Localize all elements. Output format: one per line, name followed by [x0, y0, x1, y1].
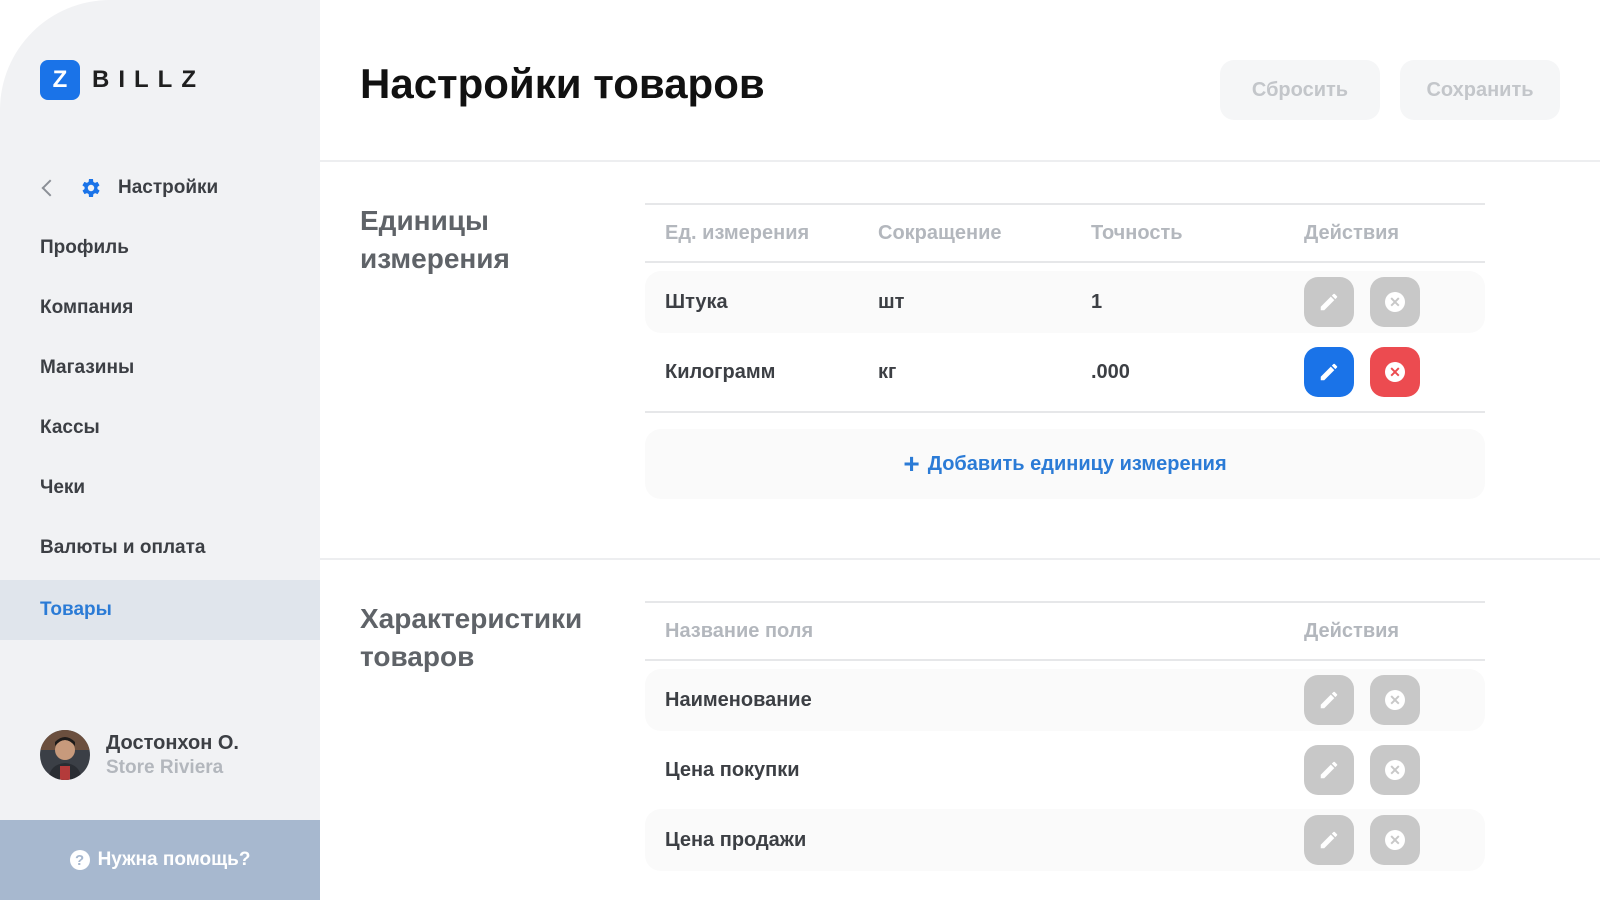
settings-back-label: Настройки [118, 177, 219, 198]
gear-icon [82, 179, 100, 197]
delete-button[interactable]: ✕ [1370, 277, 1420, 327]
save-button[interactable]: Сохранить [1400, 60, 1560, 120]
column-header-unit: Ед. измерения [665, 221, 810, 244]
help-button[interactable]: ? Нужна помощь? [0, 820, 320, 900]
close-icon: ✕ [1385, 760, 1405, 780]
field-name: Наименование [665, 688, 812, 711]
logo-text: BILLZ [92, 66, 205, 93]
column-header-short: Сокращение [878, 221, 1002, 244]
row-actions: ✕ [1284, 277, 1420, 327]
logo-mark: Z [40, 60, 80, 100]
column-header-field-name: Название поля [665, 619, 814, 642]
sidebar-item-company[interactable]: Компания [0, 278, 320, 338]
row-actions: ✕ [1284, 815, 1420, 865]
pencil-icon [1320, 831, 1338, 849]
sidebar-item-stores[interactable]: Магазины [0, 338, 320, 398]
column-header-actions: Действия [1304, 619, 1400, 642]
characteristics-section-title: Характеристики товаров [360, 603, 583, 672]
edit-button[interactable] [1304, 347, 1354, 397]
field-name: Цена продажи [665, 828, 807, 851]
user-text: Достонхон О. Store Riviera [106, 732, 239, 779]
sidebar-item-currencies[interactable]: Валюты и оплата [0, 518, 320, 578]
user-name: Достонхон О. [106, 731, 239, 754]
help-label: Нужна помощь? [97, 849, 251, 870]
characteristics-table-header: Название поля Действия [645, 603, 1485, 659]
table-row: Цена продажи ✕ [645, 809, 1485, 871]
table-bottom-line [645, 411, 1485, 413]
app: Z BILLZ Настройки Профиль Компания Магаз… [0, 0, 1600, 900]
close-icon: ✕ [1385, 830, 1405, 850]
sidebar-item-cash-registers[interactable]: Кассы [0, 398, 320, 458]
delete-button[interactable]: ✕ [1370, 815, 1420, 865]
edit-button[interactable] [1304, 815, 1354, 865]
sidebar-item-receipts[interactable]: Чеки [0, 458, 320, 518]
unit-precision: 1 [1091, 290, 1103, 313]
unit-short: кг [878, 360, 897, 383]
table-row: Килограмм кг .000 ✕ [645, 341, 1485, 403]
add-unit-button[interactable]: + Добавить единицу измерения [645, 429, 1485, 499]
pencil-icon [1320, 293, 1338, 311]
unit-short: шт [878, 290, 905, 313]
chevron-left-icon[interactable] [41, 179, 59, 197]
units-table: Ед. измерения Сокращение Точность Действ… [645, 203, 1485, 499]
unit-precision: .000 [1091, 360, 1130, 383]
table-header-line [645, 261, 1485, 263]
table-row: Наименование ✕ [645, 669, 1485, 731]
pencil-icon [1320, 761, 1338, 779]
unit-name: Штука [665, 290, 728, 313]
pencil-icon [1320, 691, 1338, 709]
close-icon: ✕ [1385, 690, 1405, 710]
user-store: Store Riviera [106, 756, 224, 778]
pencil-icon [1320, 363, 1338, 381]
row-actions: ✕ [1284, 745, 1420, 795]
table-header-line [645, 659, 1485, 661]
divider [320, 558, 1600, 560]
add-unit-label: Добавить единицу измерения [927, 452, 1227, 475]
close-icon: ✕ [1385, 362, 1405, 382]
row-actions: ✕ [1284, 347, 1420, 397]
column-header-actions: Действия [1304, 221, 1400, 244]
delete-button[interactable]: ✕ [1370, 675, 1420, 725]
row-actions: ✕ [1284, 675, 1420, 725]
settings-back-link[interactable]: Настройки [38, 176, 218, 200]
reset-button[interactable]: Сбросить [1220, 60, 1380, 120]
table-row: Штука шт 1 ✕ [645, 271, 1485, 333]
edit-button[interactable] [1304, 675, 1354, 725]
sidebar: Z BILLZ Настройки Профиль Компания Магаз… [0, 0, 320, 900]
sidebar-item-products[interactable]: Товары [0, 580, 320, 640]
table-row: Цена покупки ✕ [645, 739, 1485, 801]
close-icon: ✕ [1385, 292, 1405, 312]
avatar [40, 730, 90, 780]
characteristics-table: Название поля Действия Наименование ✕ Це… [645, 601, 1485, 879]
edit-button[interactable] [1304, 745, 1354, 795]
column-header-precision: Точность [1091, 221, 1183, 244]
page-title: Настройки товаров [360, 60, 765, 107]
logo[interactable]: Z BILLZ [40, 60, 205, 100]
edit-button[interactable] [1304, 277, 1354, 327]
divider [320, 160, 1600, 162]
field-name: Цена покупки [665, 758, 800, 781]
units-table-header: Ед. измерения Сокращение Точность Действ… [645, 205, 1485, 261]
question-icon: ? [69, 850, 90, 870]
sidebar-item-profile[interactable]: Профиль [0, 218, 320, 278]
delete-button[interactable]: ✕ [1370, 347, 1420, 397]
user-profile[interactable]: Достонхон О. Store Riviera [40, 730, 239, 780]
unit-name: Килограмм [665, 360, 776, 383]
units-section-title: Единицы измерения [360, 205, 510, 274]
plus-icon: + [903, 448, 920, 479]
delete-button[interactable]: ✕ [1370, 745, 1420, 795]
